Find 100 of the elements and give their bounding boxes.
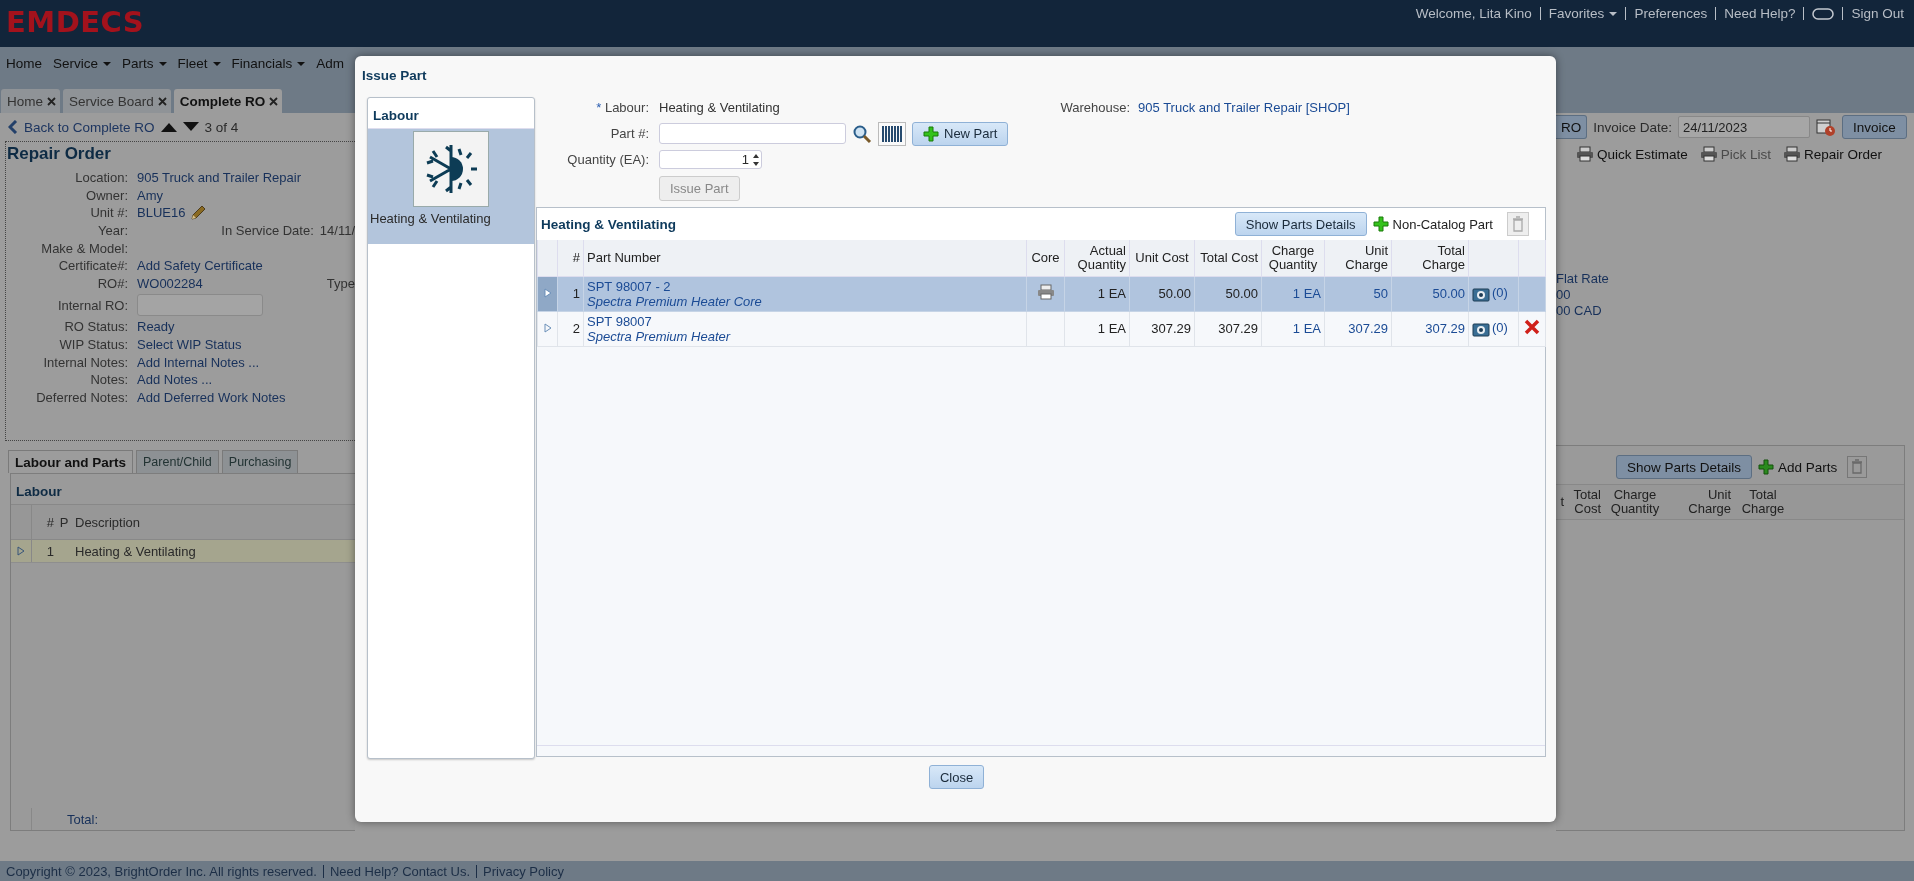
field-label: Location:: [74, 170, 129, 186]
delete-icon[interactable]: [1524, 319, 1540, 335]
section-tab[interactable]: Parent/Child: [136, 450, 219, 473]
printer-icon[interactable]: [1783, 146, 1802, 162]
field-label: Year:: [97, 223, 129, 239]
close-icon[interactable]: [269, 96, 279, 106]
print-link[interactable]: Quick Estimate: [1576, 146, 1688, 162]
close-icon[interactable]: [157, 96, 167, 106]
column-header: Description: [74, 514, 142, 530]
nav-menu-item[interactable]: Adm: [316, 56, 345, 71]
invoice-button[interactable]: Invoice: [1842, 115, 1907, 139]
nav-menu-item[interactable]: Parts: [122, 56, 167, 71]
section-tab[interactable]: Purchasing: [221, 450, 299, 473]
show-parts-details-button[interactable]: Show Parts Details: [1616, 455, 1753, 479]
column-header: Total Charge: [1391, 240, 1469, 276]
header-link[interactable]: Preferences: [1634, 6, 1708, 21]
close-icon[interactable]: [47, 96, 56, 106]
column-header: P: [58, 514, 70, 530]
dialog-title: Issue Part: [362, 66, 428, 85]
part-number-field[interactable]: [659, 123, 846, 144]
table-cell: 50.00: [1391, 276, 1469, 311]
ro-button[interactable]: RO: [1556, 115, 1588, 139]
plus-icon[interactable]: [1372, 216, 1389, 232]
close-button[interactable]: Close: [928, 765, 985, 789]
printer-icon[interactable]: [1576, 146, 1594, 162]
back-chevron-icon[interactable]: [8, 120, 18, 134]
page-tab[interactable]: Home: [1, 89, 60, 113]
table-cell: 1 EA: [1261, 276, 1325, 311]
down-triangle-icon[interactable]: [182, 122, 199, 132]
field-label: * Labour:: [595, 100, 650, 115]
back-link[interactable]: Back to Complete RO: [24, 119, 155, 135]
caret-icon[interactable]: [212, 61, 221, 66]
search-icon[interactable]: [852, 123, 872, 144]
header-link[interactable]: Need Help?: [1724, 6, 1796, 21]
field-value: 905 Truck and Trailer Repair: [137, 170, 302, 186]
table-cell: 1 EA: [1064, 311, 1130, 346]
copyright-text: Copyright © 2023, BrightOrder Inc. All rights reserved.: [6, 863, 317, 879]
camera-icon[interactable]: [1472, 285, 1490, 302]
table-cell-text: 1: [45, 543, 55, 559]
pencil-icon[interactable]: [190, 205, 207, 221]
panel-title: Labour: [15, 483, 63, 501]
field-label: Internal RO:: [56, 297, 129, 313]
caret-icon[interactable]: [103, 61, 112, 66]
non-catalog-part-button[interactable]: Non-Catalog Part: [1372, 216, 1493, 232]
caret-icon[interactable]: [158, 61, 167, 66]
column-header: Total Cost: [1572, 488, 1602, 516]
field-value: Ready: [137, 319, 175, 335]
part-description: Spectra Premium Heater: [587, 328, 731, 344]
barcode-icon[interactable]: [878, 121, 906, 146]
field-label: Notes:: [89, 372, 129, 388]
total-label: Total:: [67, 811, 99, 827]
photo-count-link[interactable]: (0): [1492, 285, 1508, 301]
table-row[interactable]: 1 SPT 98007 - 2 Spectra Premium Heater Core 1 EA 50.00 50.00 1 EA 50 50.00 (0): [537, 276, 1546, 311]
quantity-field[interactable]: 1: [659, 150, 762, 169]
nav-menu-item[interactable]: Financials: [231, 56, 306, 71]
photo-count-link[interactable]: (0): [1492, 320, 1508, 336]
plus-icon[interactable]: [923, 125, 939, 142]
expand-triangle-icon[interactable]: [543, 323, 552, 333]
caret-icon[interactable]: [297, 61, 306, 66]
part-number-link[interactable]: SPT 98007: [587, 313, 652, 329]
nav-menu-item[interactable]: Service: [53, 56, 112, 71]
print-link[interactable]: Repair Order: [1783, 146, 1883, 162]
up-triangle-icon[interactable]: [160, 122, 177, 132]
labour-item[interactable]: Heating & Ventilating: [368, 129, 534, 244]
labour-value: Heating & Ventilating: [659, 100, 780, 115]
field-label: WIP Status:: [58, 337, 129, 353]
expand-triangle-icon[interactable]: [17, 546, 25, 556]
table-cell: 50.00: [1129, 276, 1195, 311]
field-label: In Service Date:: [221, 223, 314, 239]
field-value: Add Notes ...: [137, 372, 213, 388]
favorites-menu[interactable]: Favorites: [1548, 6, 1618, 21]
page-tab[interactable]: Complete RO: [173, 89, 283, 113]
field-label: Part #:: [609, 126, 650, 141]
part-description: Spectra Premium Heater Core: [587, 293, 762, 309]
printer-icon[interactable]: [1036, 284, 1055, 300]
column-header: Total Cost: [1194, 240, 1262, 276]
column-header: Actual Quantity: [1064, 240, 1130, 276]
field-value: Add Deferred Work Notes: [137, 389, 286, 405]
internal-ro-field[interactable]: [137, 294, 263, 317]
new-part-button[interactable]: New Part: [912, 121, 1009, 146]
column-header: Unit Charge: [1687, 488, 1732, 516]
show-parts-details-button[interactable]: Show Parts Details: [1234, 212, 1367, 236]
nav-menu-item[interactable]: Home: [6, 56, 42, 71]
field-value: Add Internal Notes ...: [137, 354, 260, 370]
field-label: Make & Model:: [40, 240, 129, 256]
page-tab[interactable]: Service Board: [63, 89, 171, 113]
warehouse-link[interactable]: 905 Truck and Trailer Repair [SHOP]: [1138, 100, 1350, 115]
toggle-icon[interactable]: [1812, 7, 1835, 20]
header-link[interactable]: Sign Out: [1851, 6, 1904, 21]
field-label: Deferred Notes:: [35, 389, 129, 405]
camera-icon[interactable]: [1472, 320, 1490, 337]
add-parts-button[interactable]: Add Parts: [1758, 459, 1838, 475]
table-row[interactable]: 1 Heating & Ventilating: [11, 540, 355, 563]
nav-menu-item[interactable]: Fleet: [177, 56, 221, 71]
section-tab[interactable]: Labour and Parts: [8, 450, 134, 473]
expand-triangle-icon[interactable]: [543, 288, 552, 298]
calendar-icon[interactable]: [1816, 117, 1837, 137]
plus-icon[interactable]: [1758, 459, 1775, 475]
part-number-link[interactable]: SPT 98007 - 2: [587, 278, 671, 294]
invoice-date-field[interactable]: 24/11/2023: [1678, 116, 1811, 138]
